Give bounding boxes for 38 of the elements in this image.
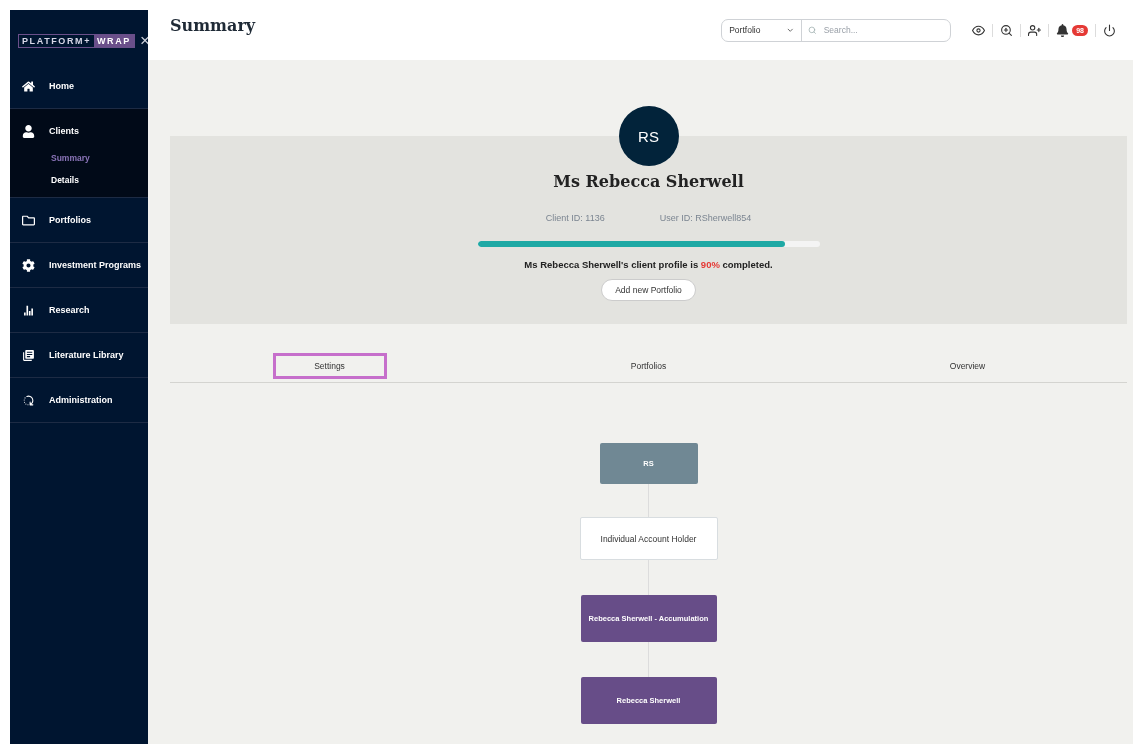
eye-icon <box>972 23 986 37</box>
user-id: User ID: RSherwell854 <box>659 213 752 223</box>
sidebar-item[interactable]: Research <box>10 288 148 332</box>
power-icon <box>1103 23 1116 37</box>
add-user-icon <box>1028 23 1042 37</box>
tab[interactable]: Portfolios <box>591 353 706 379</box>
logo: PLATFORM+ WRAP <box>18 33 135 48</box>
sidebar-subitem[interactable]: Summary <box>10 153 148 175</box>
tab[interactable]: Overview <box>910 353 1025 379</box>
search-field[interactable]: Search... <box>821 24 936 36</box>
sidebar-item[interactable]: Investment Programs <box>10 243 148 287</box>
scope-dropdown[interactable]: Portfolio <box>722 19 803 41</box>
add-portfolio-button[interactable]: Add new Portfolio <box>601 279 696 301</box>
zoom-in-icon <box>1000 23 1014 37</box>
completion-text: Ms Rebecca Sherwell's client profile is 90% completed. <box>524 259 773 270</box>
sidebar-item[interactable]: Home <box>10 64 148 108</box>
sidebar-item[interactable]: Clients <box>10 109 148 153</box>
nav-icon <box>22 79 35 93</box>
bell-icon <box>1056 23 1070 37</box>
search-bar[interactable]: Portfolio Search... <box>721 18 952 42</box>
tree-node[interactable]: Individual Account Holder <box>579 517 718 560</box>
avatar: RS <box>618 106 679 166</box>
close-button[interactable]: × <box>139 32 150 49</box>
nav-icon <box>22 213 35 227</box>
sidebar-item[interactable]: Portfolios <box>10 198 148 242</box>
search-icon <box>808 25 817 35</box>
nav-icon <box>22 303 35 317</box>
client-name: Ms Rebecca Sherwell <box>553 172 744 191</box>
nav-icon <box>22 124 35 138</box>
nav-icon <box>22 348 35 362</box>
client-id: Client ID: 1136 <box>545 213 605 223</box>
sidebar-item[interactable]: Literature Library <box>10 333 148 377</box>
page-title: Summary <box>170 15 257 35</box>
sidebar-subitem[interactable]: Details <box>10 175 148 197</box>
tab[interactable]: Settings <box>272 353 387 379</box>
sidebar-item[interactable]: Administration <box>10 378 148 422</box>
nav-icon <box>22 393 35 407</box>
nav-icon <box>22 258 35 272</box>
